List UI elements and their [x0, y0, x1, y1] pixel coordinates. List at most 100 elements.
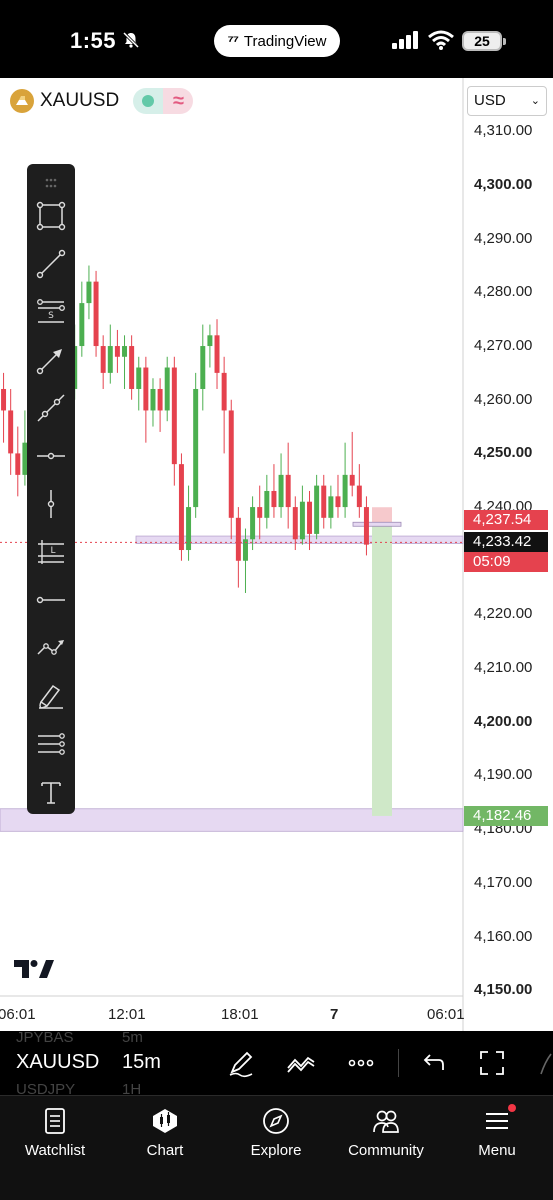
candle-body	[235, 517, 241, 561]
parallel-channel-icon[interactable]: S	[35, 296, 67, 328]
currency-select[interactable]: USD ⌄	[467, 86, 547, 116]
candle-body	[8, 410, 14, 454]
candle-body	[171, 367, 177, 465]
currency-label: USD	[474, 92, 506, 109]
candle-body	[150, 388, 156, 411]
candle-body	[285, 474, 291, 508]
drawing-toolbar: S L	[27, 164, 75, 814]
horizontal-ray-icon[interactable]	[35, 584, 67, 616]
gold-coin-icon	[10, 89, 34, 113]
community-icon	[371, 1106, 401, 1136]
candle-body	[228, 410, 234, 518]
tab-bar: Watchlist Chart Explore Community Menu	[0, 1095, 553, 1200]
stop-price-tag: 4,237.54	[464, 510, 548, 531]
ghost-symbol-above: JPYBAS	[16, 1029, 74, 1046]
status-bar: 1:55 ⁷⁷ TradingView 25	[0, 0, 553, 78]
candle-body	[278, 474, 284, 508]
position-entry-line	[352, 521, 402, 527]
menu-icon	[482, 1104, 516, 1136]
candle-body	[292, 507, 298, 540]
long-position-icon[interactable]: L	[35, 536, 67, 568]
vertical-line-icon[interactable]	[35, 488, 67, 520]
price-tick: 4,270.00	[474, 337, 533, 355]
trend-line-icon[interactable]	[35, 248, 67, 280]
candle-body	[363, 507, 369, 545]
tab-chart[interactable]: Chart	[110, 1106, 220, 1159]
time-tick: 18:01	[221, 1006, 259, 1023]
indicators-icon[interactable]	[286, 1048, 316, 1078]
tab-menu[interactable]: Menu	[442, 1104, 552, 1159]
candle-body	[200, 346, 206, 389]
price-tick: 4,150.00	[474, 981, 533, 999]
path-icon[interactable]	[35, 632, 67, 664]
tab-community[interactable]: Community	[331, 1106, 441, 1159]
wifi-icon	[428, 30, 454, 50]
take-profit-zone	[372, 524, 392, 816]
candle-body	[157, 388, 163, 411]
candle-body	[129, 346, 135, 389]
drag-handle-icon[interactable]	[35, 168, 67, 188]
candle-body	[86, 281, 92, 304]
tab-label: Community	[348, 1142, 424, 1159]
chevron-down-icon: ⌄	[530, 95, 540, 107]
symbol-name[interactable]: XAUUSD	[40, 90, 119, 112]
candle-body	[356, 485, 362, 508]
price-tick: 4,260.00	[474, 390, 533, 408]
candle-body	[321, 485, 327, 518]
tab-label: Chart	[146, 1142, 184, 1159]
tradingview-logo-icon: ⁷⁷	[227, 32, 239, 50]
price-tick: 4,190.00	[474, 766, 533, 784]
battery-indicator: 25	[462, 31, 506, 51]
tradingview-pill[interactable]: ⁷⁷ TradingView	[214, 25, 340, 57]
candle-body	[299, 501, 305, 540]
candle-body	[143, 367, 149, 411]
watchlist-icon	[40, 1106, 70, 1136]
market-status-pill[interactable]: ≈	[133, 88, 194, 114]
candle-body	[307, 501, 313, 534]
fullscreen-icon[interactable]	[477, 1048, 507, 1078]
more-tools-edge-icon[interactable]	[537, 1048, 553, 1078]
tab-watchlist[interactable]: Watchlist	[0, 1106, 110, 1159]
draw-pen-icon[interactable]	[226, 1048, 256, 1078]
candle-body	[264, 490, 270, 518]
tradingview-watermark-icon	[14, 960, 54, 978]
rectangle-icon[interactable]	[35, 200, 67, 232]
symbol-header[interactable]: XAUUSD ≈	[10, 88, 194, 114]
candle-body	[1, 388, 7, 411]
chart-area[interactable]: XAUUSD ≈ USD ⌄ S L 4,310.00 4,300.00 4,2…	[0, 78, 553, 1031]
candle-body	[328, 496, 334, 518]
price-tick: 4,300.00	[474, 176, 533, 193]
text-icon[interactable]	[35, 776, 67, 808]
candle-body	[122, 346, 128, 357]
brush-icon[interactable]	[35, 680, 67, 712]
tradingview-pill-label: TradingView	[243, 32, 327, 50]
tab-label: Menu	[478, 1142, 516, 1159]
time-tick: 12:01	[108, 1006, 146, 1023]
tab-explore[interactable]: Explore	[221, 1106, 331, 1159]
candle-body	[193, 388, 199, 508]
target-price-tag: 4,182.46	[464, 805, 548, 826]
arrow-icon[interactable]	[35, 344, 67, 376]
more-icon[interactable]	[346, 1048, 376, 1078]
toolbar-divider	[398, 1049, 399, 1077]
interval-picker[interactable]: 15m	[122, 1051, 161, 1074]
candle-body	[314, 485, 320, 534]
pitchfork-icon[interactable]	[35, 728, 67, 760]
cellular-signal-icon	[392, 31, 418, 49]
price-tick: 4,170.00	[474, 873, 533, 891]
candle-body	[271, 490, 277, 508]
market-open-dot-icon	[142, 95, 155, 107]
price-tick: 4,210.00	[474, 659, 533, 677]
extended-line-icon[interactable]	[35, 392, 67, 424]
candle-body	[164, 367, 170, 411]
undo-icon[interactable]	[417, 1048, 447, 1078]
candle-body	[214, 335, 220, 373]
candle-body	[349, 474, 355, 486]
candle-body	[178, 464, 184, 551]
svg-text:S: S	[48, 311, 54, 321]
candle-body	[107, 346, 113, 373]
candle-body	[15, 453, 21, 475]
bell-muted-icon	[122, 31, 140, 49]
symbol-picker[interactable]: XAUUSD	[16, 1051, 99, 1074]
horizontal-line-icon[interactable]	[35, 440, 67, 472]
